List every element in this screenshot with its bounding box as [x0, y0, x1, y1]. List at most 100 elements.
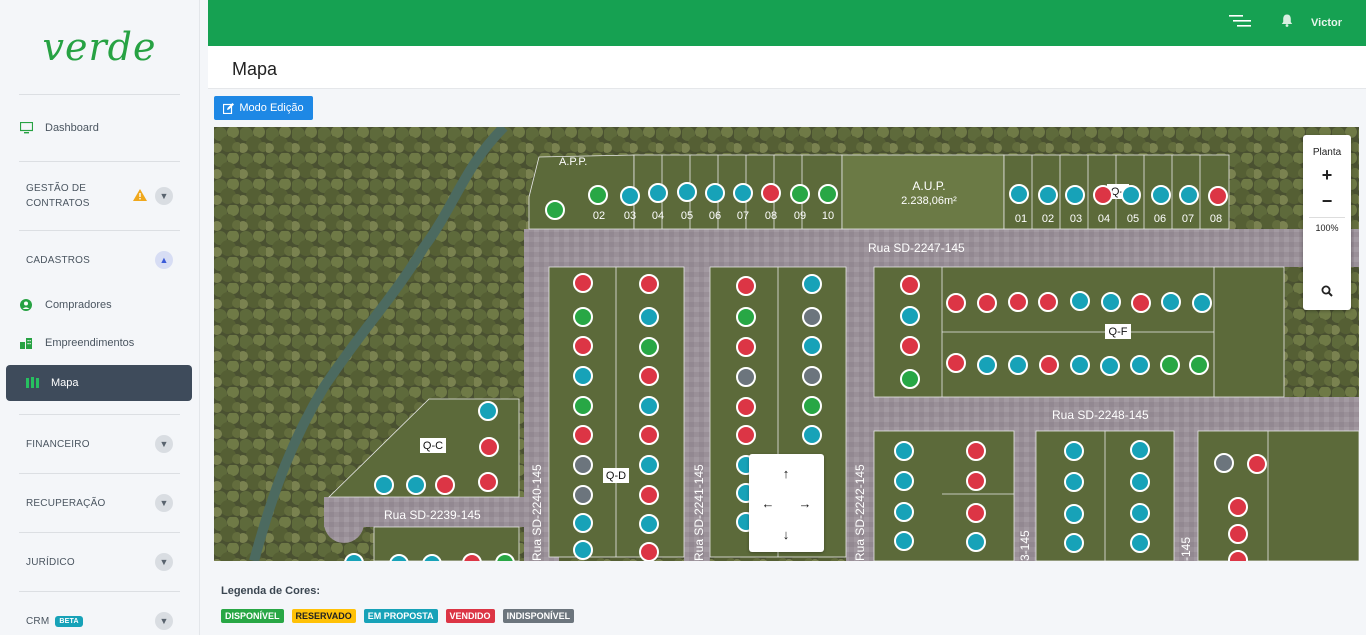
lot-marker[interactable]: [1064, 472, 1084, 492]
sidebar-item-compradores[interactable]: Compradores: [0, 289, 199, 321]
lot-marker[interactable]: [900, 306, 920, 326]
lot-map[interactable]: A.P.P. A.U.P. 2.238,06m² Rua SD-2247-145…: [214, 127, 1359, 561]
lot-marker[interactable]: [639, 542, 659, 561]
lot-marker[interactable]: [894, 502, 914, 522]
lot-marker[interactable]: [1038, 185, 1058, 205]
lot-marker[interactable]: [1130, 440, 1150, 460]
lot-marker[interactable]: [1101, 292, 1121, 312]
lot-marker[interactable]: [1064, 441, 1084, 461]
lot-marker[interactable]: [639, 455, 659, 475]
arrow-up-icon[interactable]: ↑: [776, 463, 796, 483]
user-name[interactable]: Victor: [1311, 17, 1342, 29]
lot-marker[interactable]: [545, 200, 565, 220]
lot-marker[interactable]: [966, 471, 986, 491]
sidebar-item-empreendimentos[interactable]: Empreendimentos: [0, 321, 199, 365]
lot-marker[interactable]: [639, 396, 659, 416]
lot-marker[interactable]: [478, 472, 498, 492]
lot-marker[interactable]: [479, 437, 499, 457]
lot-marker[interactable]: [1228, 550, 1248, 561]
arrow-down-icon[interactable]: ↓: [776, 524, 796, 544]
lot-marker[interactable]: [588, 185, 608, 205]
lot-marker[interactable]: [639, 366, 659, 386]
lot-marker[interactable]: [573, 307, 593, 327]
lot-marker[interactable]: [894, 441, 914, 461]
lot-marker[interactable]: [1189, 355, 1209, 375]
lot-marker[interactable]: [802, 307, 822, 327]
zoom-out-button[interactable]: −: [1303, 188, 1351, 214]
sidebar-item-mapa[interactable]: Mapa: [6, 365, 192, 401]
lot-marker[interactable]: [705, 183, 725, 203]
lot-marker[interactable]: [736, 337, 756, 357]
lot-marker[interactable]: [1130, 472, 1150, 492]
chevron-down-icon[interactable]: ▼: [155, 553, 173, 571]
lot-marker[interactable]: [573, 425, 593, 445]
lot-marker[interactable]: [1228, 497, 1248, 517]
lot-marker[interactable]: [818, 184, 838, 204]
lot-marker[interactable]: [1247, 454, 1267, 474]
lot-marker[interactable]: [1131, 293, 1151, 313]
lot-marker[interactable]: [573, 485, 593, 505]
lot-marker[interactable]: [761, 183, 781, 203]
lot-marker[interactable]: [1179, 185, 1199, 205]
lot-marker[interactable]: [1039, 355, 1059, 375]
lot-marker[interactable]: [639, 485, 659, 505]
lot-marker[interactable]: [802, 336, 822, 356]
sidebar-section-juridico[interactable]: JURÍDICO ▼: [0, 533, 199, 591]
lot-marker[interactable]: [1064, 533, 1084, 553]
lot-marker[interactable]: [977, 355, 997, 375]
lot-marker[interactable]: [478, 401, 498, 421]
lot-marker[interactable]: [573, 273, 593, 293]
lot-marker[interactable]: [435, 475, 455, 495]
lot-marker[interactable]: [573, 455, 593, 475]
menu-lines-icon[interactable]: [1229, 14, 1252, 32]
lot-marker[interactable]: [1160, 355, 1180, 375]
lot-marker[interactable]: [1214, 453, 1234, 473]
sidebar-section-financeiro[interactable]: FINANCEIRO ▼: [0, 415, 199, 473]
lot-marker[interactable]: [966, 532, 986, 552]
lot-marker[interactable]: [946, 353, 966, 373]
lot-marker[interactable]: [1130, 533, 1150, 553]
lot-marker[interactable]: [790, 184, 810, 204]
lot-marker[interactable]: [639, 425, 659, 445]
lot-marker[interactable]: [677, 182, 697, 202]
sidebar-section-recuperacao[interactable]: RECUPERAÇÃO ▼: [0, 474, 199, 532]
lot-marker[interactable]: [573, 540, 593, 560]
lot-marker[interactable]: [802, 396, 822, 416]
lot-marker[interactable]: [946, 293, 966, 313]
sidebar-item-dashboard[interactable]: Dashboard: [0, 95, 199, 161]
lot-marker[interactable]: [1161, 292, 1181, 312]
lot-marker[interactable]: [1130, 503, 1150, 523]
lot-marker[interactable]: [1008, 292, 1028, 312]
lot-marker[interactable]: [1008, 355, 1028, 375]
sidebar-section-cadastros[interactable]: CADASTROS ▲: [0, 231, 199, 289]
sidebar-section-gestao[interactable]: GESTÃO DE CONTRATOS ▼: [0, 162, 199, 230]
lot-marker[interactable]: [977, 293, 997, 313]
lot-marker[interactable]: [1151, 185, 1171, 205]
lot-marker[interactable]: [573, 396, 593, 416]
lot-marker[interactable]: [1208, 186, 1228, 206]
lot-marker[interactable]: [620, 186, 640, 206]
lot-marker[interactable]: [736, 276, 756, 296]
search-icon[interactable]: [1303, 284, 1351, 302]
arrow-left-icon[interactable]: ←: [758, 493, 778, 513]
lot-marker[interactable]: [1070, 291, 1090, 311]
lot-marker[interactable]: [894, 531, 914, 551]
lot-marker[interactable]: [1070, 355, 1090, 375]
logo[interactable]: verde: [0, 0, 199, 94]
lot-marker[interactable]: [802, 366, 822, 386]
edit-mode-button[interactable]: Modo Edição: [214, 96, 313, 120]
lot-marker[interactable]: [1064, 504, 1084, 524]
lot-marker[interactable]: [966, 503, 986, 523]
zoom-in-button[interactable]: +: [1303, 162, 1351, 188]
lot-marker[interactable]: [639, 274, 659, 294]
lot-marker[interactable]: [573, 366, 593, 386]
sidebar-section-crm[interactable]: CRM BETA ▼: [0, 592, 199, 635]
lot-marker[interactable]: [894, 471, 914, 491]
chevron-down-icon[interactable]: ▼: [155, 435, 173, 453]
chevron-up-icon[interactable]: ▲: [155, 251, 173, 269]
lot-marker[interactable]: [736, 425, 756, 445]
lot-marker[interactable]: [639, 307, 659, 327]
lot-marker[interactable]: [1009, 184, 1029, 204]
lot-marker[interactable]: [1228, 524, 1248, 544]
lot-marker[interactable]: [1065, 185, 1085, 205]
